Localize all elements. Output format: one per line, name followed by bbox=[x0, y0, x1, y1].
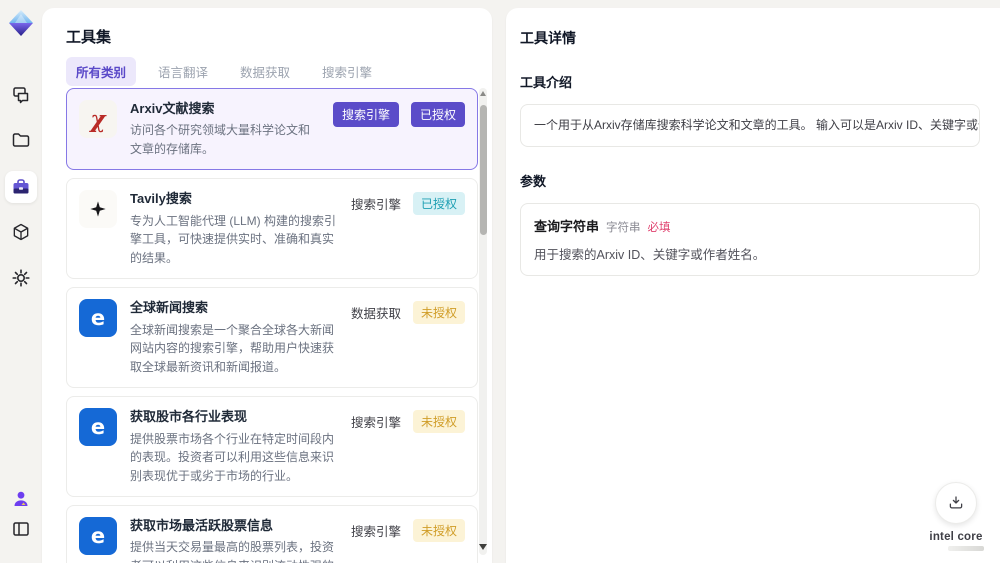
tool-description: 专为人工智能代理 (LLM) 构建的搜索引擎工具，可快速提供实时、准确和真实的结… bbox=[130, 213, 337, 265]
brand-text: intel core bbox=[929, 531, 983, 543]
news-logo-icon bbox=[79, 517, 117, 555]
tool-card[interactable]: 获取市场最活跃股票信息 提供当天交易量最高的股票列表，投资者可以利用这些信息来识… bbox=[66, 505, 478, 563]
tool-category-badge: 数据获取 bbox=[350, 307, 401, 322]
tool-text: 全球新闻搜索 全球新闻搜索是一个聚合全球各大新闻网站内容的搜索引擎，帮助用户快速… bbox=[130, 299, 338, 376]
avatar-icon[interactable] bbox=[11, 489, 31, 509]
page-title: 工具集 bbox=[66, 29, 112, 46]
tool-description: 提供当天交易量最高的股票列表，投资者可以利用这些信息来识别流动性强的股票和潜在的… bbox=[130, 540, 335, 563]
tool-icon bbox=[79, 299, 117, 338]
tool-name: Arxiv文献搜索 bbox=[130, 101, 215, 116]
news-logo-icon bbox=[79, 299, 117, 337]
parameter-description: 用于搜索的Arxiv ID、关键字或作者姓名。 bbox=[534, 248, 766, 263]
tool-description: 访问各个研究领域大量科学论文和文章的存储库。 bbox=[130, 123, 311, 156]
scrollbar-thumb[interactable] bbox=[479, 105, 487, 235]
tool-meta: 搜索引擎 已授权 bbox=[350, 190, 465, 216]
tool-icon bbox=[79, 517, 117, 556]
category-tabs: 所有类别 语言翻译 数据获取 搜索引擎 bbox=[66, 57, 382, 86]
tool-category-badge: 搜索引擎 bbox=[350, 198, 401, 213]
gear-icon[interactable] bbox=[11, 268, 31, 288]
left-rail bbox=[0, 0, 42, 563]
tool-card[interactable]: Arxiv文献搜索 访问各个研究领域大量科学论文和文章的存储库。 搜索引擎 已授… bbox=[66, 88, 478, 171]
tool-icon bbox=[79, 100, 117, 138]
tool-text: 获取股市各行业表现 提供股票市场各个行业在特定时间段内的表现。投资者可以利用这些… bbox=[130, 408, 338, 485]
scrollbar[interactable] bbox=[479, 88, 487, 555]
tool-text: 获取市场最活跃股票信息 提供当天交易量最高的股票列表，投资者可以利用这些信息来识… bbox=[130, 517, 338, 563]
download-button[interactable] bbox=[935, 482, 977, 524]
brand-sub-bar bbox=[948, 546, 984, 551]
tool-description: 全球新闻搜索是一个聚合全球各大新闻网站内容的搜索引擎，帮助用户快速获取全球最新资… bbox=[130, 322, 335, 374]
tool-status-badge: 未授权 bbox=[412, 410, 465, 434]
params-heading: 参数 bbox=[520, 174, 547, 190]
toolbox-icon bbox=[13, 179, 29, 194]
tool-name: 获取股市各行业表现 bbox=[130, 409, 248, 425]
chat-icon[interactable] bbox=[11, 85, 31, 105]
tool-meta: 搜索引擎 已授权 bbox=[332, 100, 465, 127]
tool-status-badge: 未授权 bbox=[412, 301, 465, 325]
category-tab[interactable]: 语言翻译 bbox=[148, 57, 218, 86]
parameter-type: 字符串 bbox=[606, 222, 641, 235]
arxiv-chi-icon bbox=[79, 100, 117, 138]
tool-name: 全球新闻搜索 bbox=[130, 300, 209, 316]
parameter-name: 查询字符串 bbox=[534, 219, 600, 235]
tool-category-badge: 搜索引擎 bbox=[332, 102, 399, 127]
tavily-spark-icon bbox=[79, 190, 117, 228]
news-logo-icon bbox=[79, 408, 117, 446]
detail-title: 工具详情 bbox=[520, 30, 576, 46]
tool-text: Arxiv文献搜索 访问各个研究领域大量科学论文和文章的存储库。 bbox=[130, 100, 320, 158]
folder-icon[interactable] bbox=[11, 130, 31, 150]
tool-status-badge: 已授权 bbox=[410, 102, 465, 127]
tool-meta: 搜索引擎 未授权 bbox=[350, 517, 465, 543]
tool-list: Arxiv文献搜索 访问各个研究领域大量科学论文和文章的存储库。 搜索引擎 已授… bbox=[66, 88, 478, 563]
tool-icon bbox=[79, 408, 117, 447]
intro-heading: 工具介绍 bbox=[520, 75, 573, 90]
intel-core-logo: intel core bbox=[926, 531, 986, 543]
tool-meta: 搜索引擎 未授权 bbox=[350, 408, 465, 434]
tool-card[interactable]: 获取股市各行业表现 提供股票市场各个行业在特定时间段内的表现。投资者可以利用这些… bbox=[66, 396, 478, 498]
tool-intro-box: 一个用于从Arxiv存储库搜索科学论文和文章的工具。 输入可以是Arxiv ID… bbox=[520, 104, 980, 148]
parameter-box: 查询字符串 字符串 必填 用于搜索的Arxiv ID、关键字或作者姓名。 bbox=[520, 203, 980, 277]
scroll-down-arrow[interactable] bbox=[479, 544, 487, 550]
category-tab[interactable]: 搜索引擎 bbox=[312, 57, 382, 86]
parameter-required-flag: 必填 bbox=[647, 222, 671, 235]
category-tab[interactable]: 所有类别 bbox=[66, 57, 137, 86]
corner-widgets: intel core bbox=[926, 482, 986, 551]
sidebar-item-tools-active[interactable] bbox=[5, 171, 37, 203]
tool-card[interactable]: 全球新闻搜索 全球新闻搜索是一个聚合全球各大新闻网站内容的搜索引擎，帮助用户快速… bbox=[66, 287, 478, 389]
tool-category-badge: 搜索引擎 bbox=[350, 416, 401, 431]
tool-details-panel: 工具详情 工具介绍 一个用于从Arxiv存储库搜索科学论文和文章的工具。 输入可… bbox=[506, 8, 1000, 563]
tool-status-badge: 已授权 bbox=[412, 192, 465, 216]
parameter-header: 查询字符串 字符串 必填 bbox=[534, 216, 966, 235]
tool-card[interactable]: Tavily搜索 专为人工智能代理 (LLM) 构建的搜索引擎工具，可快速提供实… bbox=[66, 178, 478, 280]
app-logo[interactable] bbox=[8, 9, 34, 37]
tool-meta: 数据获取 未授权 bbox=[350, 299, 465, 325]
category-tab[interactable]: 数据获取 bbox=[230, 57, 300, 86]
tool-description: 提供股票市场各个行业在特定时间段内的表现。投资者可以利用这些信息来识别表现优于或… bbox=[130, 431, 335, 483]
tool-name: Tavily搜索 bbox=[130, 191, 192, 207]
tool-category-badge: 搜索引擎 bbox=[350, 525, 401, 540]
tool-text: Tavily搜索 专为人工智能代理 (LLM) 构建的搜索引擎工具，可快速提供实… bbox=[130, 190, 338, 267]
tool-icon bbox=[79, 190, 117, 229]
panel-toggle-icon[interactable] bbox=[11, 519, 31, 539]
cube-icon[interactable] bbox=[11, 222, 31, 242]
scroll-up-arrow[interactable] bbox=[480, 91, 486, 96]
download-icon bbox=[949, 496, 963, 509]
tool-status-badge: 未授权 bbox=[412, 519, 465, 543]
tools-panel: 工具集 所有类别 语言翻译 数据获取 搜索引擎 χ Arxiv文献搜索 访问各个… bbox=[42, 8, 492, 563]
tool-name: 获取市场最活跃股票信息 bbox=[130, 518, 274, 534]
